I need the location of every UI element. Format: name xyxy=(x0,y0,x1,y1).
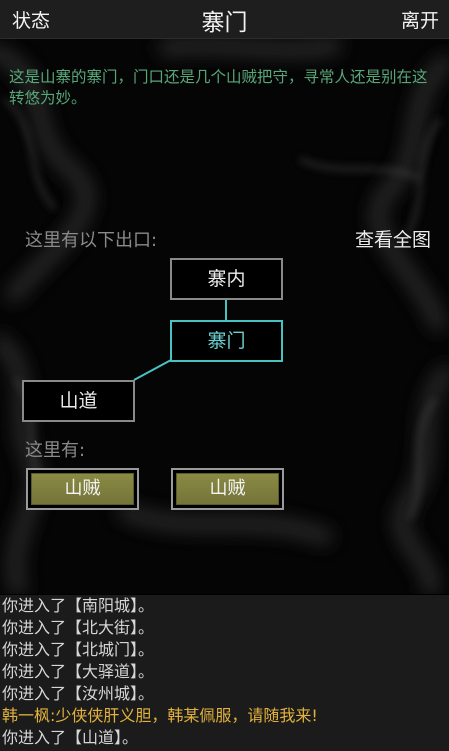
log-line: 你进入了【北大街】。 xyxy=(2,618,155,637)
map-connectors xyxy=(133,300,227,381)
log-line: 你进入了【山道】。 xyxy=(2,728,139,747)
here-label: 这里有: xyxy=(25,440,86,461)
current-room: 寨门 xyxy=(170,320,283,362)
scene-panel: 这是山寨的寨门，门口还是几个山贼把守，寻常人还是别在这转悠为妙。 这里有以下出口… xyxy=(0,39,449,594)
npc-button-label: 山贼 xyxy=(176,473,279,505)
exit-room-north[interactable]: 寨内 xyxy=(170,258,283,300)
log-line: 你进入了【大驿道】。 xyxy=(2,662,155,681)
exit-room-southwest[interactable]: 山道 xyxy=(22,380,135,422)
log-line: 你进入了【南阳城】。 xyxy=(2,596,155,615)
message-log[interactable]: 你进入了【南阳城】。 你进入了【北大街】。 你进入了【北城门】。 你进入了【大驿… xyxy=(0,595,449,751)
status-button[interactable]: 状态 xyxy=(12,6,50,33)
log-line: 你进入了【汝州城】。 xyxy=(2,684,155,703)
npc-button-label: 山贼 xyxy=(31,473,134,505)
npc-button[interactable]: 山贼 xyxy=(171,468,284,510)
npc-button[interactable]: 山贼 xyxy=(26,468,139,510)
top-bar: 状态 寨门 离开 xyxy=(0,0,449,39)
page-title: 寨门 xyxy=(201,10,248,36)
log-line: 你进入了【北城门】。 xyxy=(2,640,155,659)
leave-button[interactable]: 离开 xyxy=(401,6,439,33)
log-line-speech: 韩一枫:少侠侠肝义胆，韩某佩服，请随我来! xyxy=(2,706,318,725)
